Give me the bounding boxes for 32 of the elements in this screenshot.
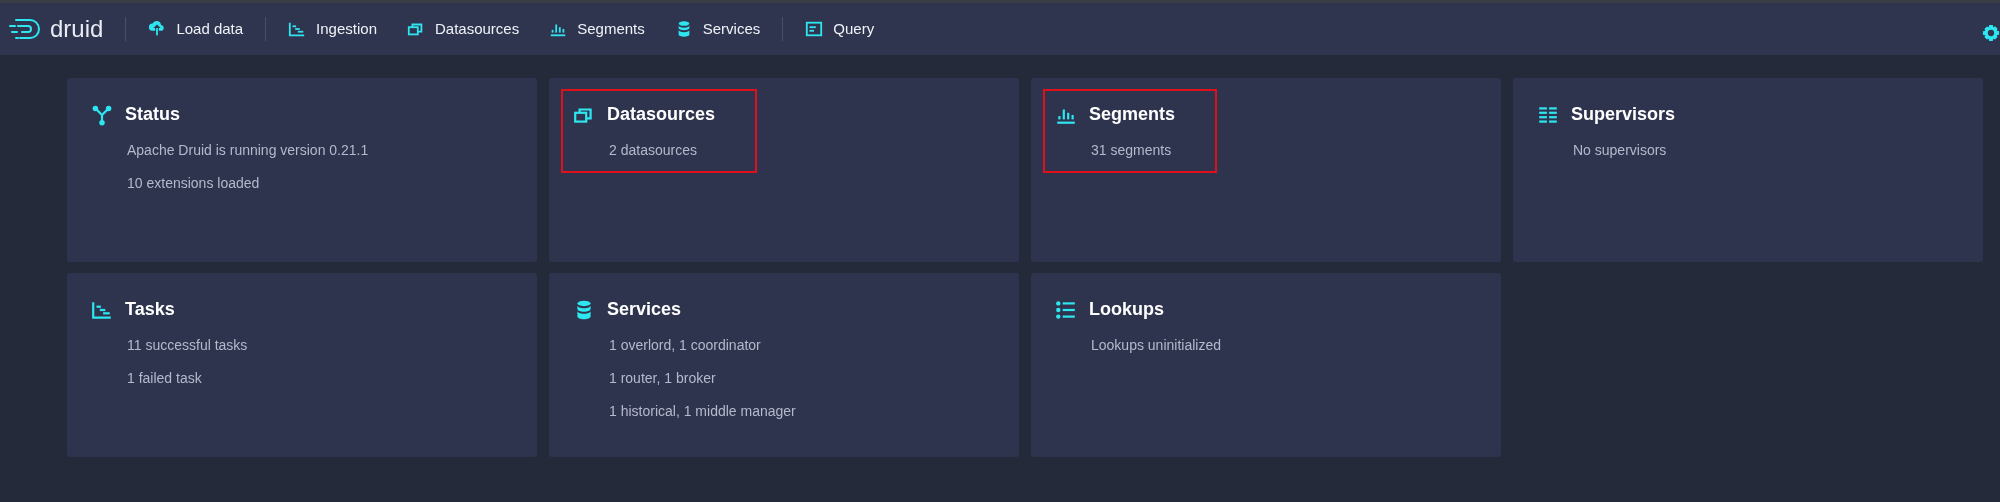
card-title: Services: [607, 298, 682, 321]
card-title: Lookups: [1089, 298, 1164, 321]
stairs-chart-icon: [288, 20, 307, 38]
card-text: 1 failed task: [127, 369, 203, 388]
card-text: 1 overlord, 1 coordinator: [609, 336, 762, 355]
logo-text: druid: [50, 14, 104, 44]
card-text: 1 router, 1 broker: [609, 369, 717, 388]
cloud-upload-icon: [148, 20, 167, 38]
card-text: Lookups uninitialized: [1091, 336, 1221, 355]
card-text: 11 successful tasks: [127, 336, 248, 355]
nav-link[interactable]: Services: [674, 13, 761, 45]
nav-link[interactable]: Segments: [549, 13, 645, 45]
nav-link[interactable]: Datasources: [407, 13, 520, 45]
card-title: Tasks: [125, 298, 175, 321]
nav-link[interactable]: Load data: [148, 13, 244, 45]
card-text: Apache Druid is running version 0.21.1: [127, 141, 369, 160]
card-title: Datasources: [607, 103, 716, 126]
network-node-icon: [91, 103, 113, 126]
card-title: Segments: [1089, 103, 1176, 126]
card-text: 2 datasources: [609, 141, 698, 160]
card-text: 31 segments: [1091, 141, 1173, 160]
card-title: Status: [125, 103, 180, 126]
card-text: 1 historical, 1 middle manager: [609, 402, 796, 421]
console-window-icon: [805, 20, 824, 38]
bullet-list-icon: [1055, 298, 1077, 321]
card-title: Supervisors: [1571, 103, 1676, 126]
nav-link[interactable]: Ingestion: [288, 13, 377, 45]
logo[interactable]: druid: [8, 11, 104, 47]
card-text: No supervisors: [1573, 141, 1668, 160]
nav-link[interactable]: Query: [805, 13, 875, 45]
settings-icon[interactable]: [1982, 23, 2000, 42]
card-text: 10 extensions loaded: [127, 174, 261, 193]
